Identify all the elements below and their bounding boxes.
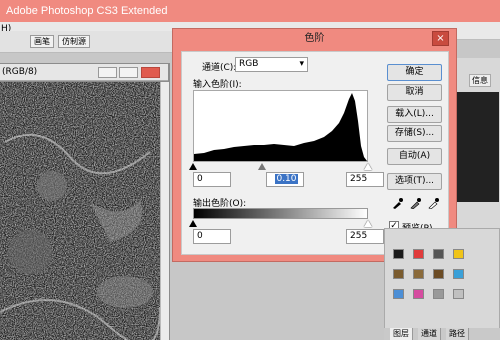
auto-button[interactable]: 自动(A) [387, 148, 442, 165]
clone-source-panel-tab[interactable]: 仿制源 [58, 35, 90, 48]
channel-label: 通道(C): [202, 63, 237, 73]
histogram-graph [194, 93, 367, 161]
info-panel-tab[interactable]: 信息 [469, 74, 491, 87]
input-black-field[interactable]: 0 [193, 172, 231, 187]
channel-select[interactable]: RGB ▾ [235, 57, 308, 72]
style-swatch[interactable] [433, 269, 444, 279]
app-title-bar: Adobe Photoshop CS3 Extended [0, 0, 500, 22]
close-icon[interactable]: × [432, 31, 449, 46]
document-canvas[interactable] [0, 82, 160, 340]
black-eyedropper-icon[interactable] [391, 197, 403, 212]
layers-panel-tabs: 图层 通道 路径 [384, 328, 500, 340]
style-swatch[interactable] [433, 289, 444, 299]
tab-layers[interactable]: 图层 [390, 328, 413, 340]
style-swatch[interactable] [433, 249, 444, 259]
maximize-button[interactable] [119, 67, 138, 78]
canvas-image [0, 82, 160, 340]
channel-value: RGB [239, 59, 259, 69]
app-title: Adobe Photoshop CS3 Extended [6, 5, 168, 17]
document-title: (RGB/8) [2, 67, 38, 77]
document-scrollbar[interactable] [160, 82, 169, 340]
output-black-field[interactable]: 0 [193, 229, 231, 244]
input-gamma-slider[interactable] [258, 163, 266, 170]
minimize-button[interactable] [98, 67, 117, 78]
output-white-slider[interactable] [364, 220, 372, 227]
brush-panel-tab[interactable]: 画笔 [30, 35, 54, 48]
style-swatch[interactable] [393, 269, 404, 279]
save-button[interactable]: 存储(S)... [387, 125, 442, 142]
document-title-bar: (RGB/8) [0, 64, 168, 81]
chevron-down-icon: ▾ [299, 59, 304, 69]
style-swatch[interactable] [453, 249, 464, 259]
gray-eyedropper-icon[interactable] [409, 197, 421, 212]
styles-panel [384, 228, 500, 340]
input-white-field[interactable]: 255 [346, 172, 384, 187]
options-button[interactable]: 选项(T)... [387, 173, 442, 190]
histogram [193, 90, 368, 162]
navigator-thumbnail[interactable] [454, 92, 499, 202]
levels-dialog-title: 色阶 [304, 33, 325, 44]
output-black-slider[interactable] [189, 220, 197, 227]
options-bar: 画笔 仿制源 [0, 31, 175, 53]
input-black-point-slider[interactable] [189, 163, 197, 170]
style-swatch[interactable] [453, 289, 464, 299]
style-swatch[interactable] [393, 249, 404, 259]
cancel-button[interactable]: 取消 [387, 84, 442, 101]
input-levels-label: 输入色阶(I): [193, 80, 242, 90]
tab-channels[interactable]: 通道 [418, 328, 441, 340]
load-button[interactable]: 载入(L)... [387, 106, 442, 123]
style-swatch[interactable] [453, 269, 464, 279]
ok-button[interactable]: 确定 [387, 64, 442, 81]
tab-paths[interactable]: 路径 [446, 328, 469, 340]
white-eyedropper-icon[interactable] [427, 197, 439, 212]
close-document-button[interactable] [141, 67, 160, 78]
style-swatch[interactable] [413, 289, 424, 299]
output-gradient [193, 208, 368, 219]
input-gamma-value: 0.10 [275, 174, 298, 184]
style-swatch[interactable] [393, 289, 404, 299]
input-white-point-slider[interactable] [364, 163, 372, 170]
input-gamma-field[interactable]: 0.10 [266, 172, 304, 187]
style-swatch[interactable] [413, 269, 424, 279]
style-swatch[interactable] [413, 249, 424, 259]
output-white-field[interactable]: 255 [346, 229, 384, 244]
